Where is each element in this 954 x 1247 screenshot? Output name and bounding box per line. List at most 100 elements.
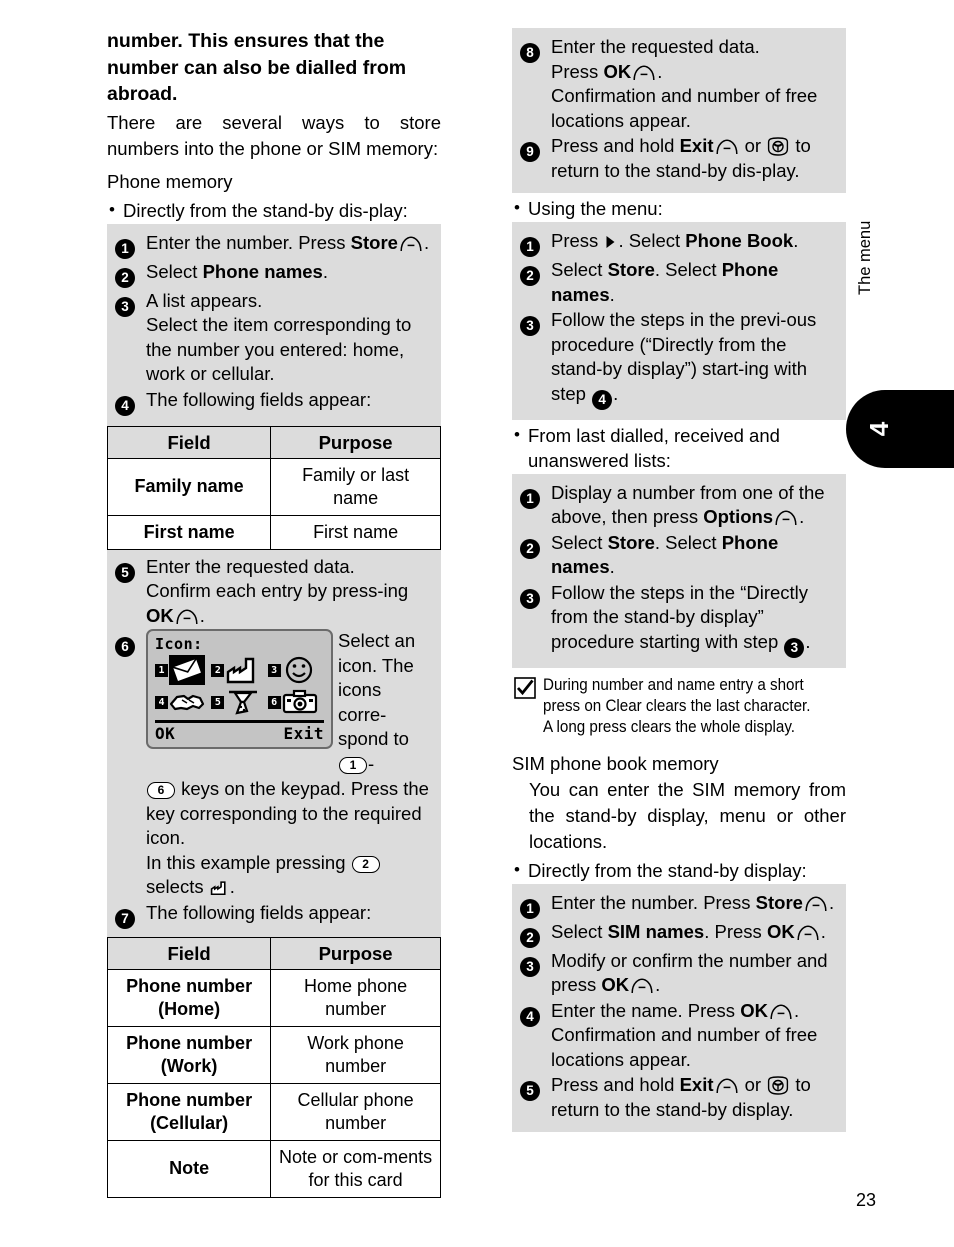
step-text-pre: Enter the number. Press xyxy=(551,891,756,913)
lcd-icon-cell[interactable]: 5 xyxy=(211,687,261,717)
softkey-icon xyxy=(632,64,656,81)
left-column: number. This ensures that the number can… xyxy=(106,28,441,1198)
end-call-key-icon xyxy=(767,1076,789,1095)
envelope-icon xyxy=(169,655,205,685)
step-number: 3 xyxy=(520,308,551,336)
step-number: 1 xyxy=(115,231,146,259)
page-number: 23 xyxy=(856,1190,877,1210)
steps-box-standby: 1 Enter the number. Press Store. 2 Selec… xyxy=(107,223,441,426)
table-row: Family name Family or last name xyxy=(106,457,441,516)
table-row: Phone number (Work) Work phone number xyxy=(106,1025,441,1084)
step-text: Follow the steps in the previ-ous proced… xyxy=(551,308,838,410)
end-call-key-icon xyxy=(767,137,789,156)
step-number-badge: 1 xyxy=(520,488,540,509)
step-number: 1 xyxy=(520,481,551,509)
step-text-post: . xyxy=(820,920,826,942)
step-number-badge: 2 xyxy=(115,267,135,288)
lcd-softkey-row: OK Exit xyxy=(155,724,324,743)
step-text: A list appears. Select the item correspo… xyxy=(146,289,412,385)
step-text-post: . xyxy=(793,999,800,1021)
step-text-line3: Confirmation and number of free location… xyxy=(551,85,818,131)
page-heading: number. This ensures that the number can… xyxy=(107,30,407,105)
step-item: 3 A list appears. Select the item corres… xyxy=(115,289,433,387)
phone-lcd-display: Icon: 1 2 3 4 5 6 OK Exit xyxy=(146,629,333,749)
step-number-badge: 5 xyxy=(115,562,135,583)
step-item: 2 Select Store. Select Phone names. xyxy=(520,258,838,307)
step-item: 1 Enter the number. Press Store. xyxy=(115,231,433,259)
step-item: 1 Press . Select Phone Book. xyxy=(520,229,838,257)
lcd-icon-badge: 5 xyxy=(211,695,225,709)
lcd-wrapper: Icon: 1 2 3 4 5 6 OK Exit xyxy=(146,629,333,749)
step-text-pre: Press and hold xyxy=(551,1074,680,1095)
handshake-icon xyxy=(169,687,205,717)
lcd-icon-cell[interactable]: 1 xyxy=(155,655,205,685)
lcd-softkey-exit[interactable]: Exit xyxy=(283,724,324,743)
step-text-bold: Exit xyxy=(679,1074,714,1095)
step-text-bold-1: Store xyxy=(607,259,655,280)
lcd-icon-badge: 6 xyxy=(267,695,281,709)
icon-step-continued-text: 6 keys on the keypad. Press the key corr… xyxy=(146,777,433,900)
step-text-line2: Confirmation and number of free location… xyxy=(551,1024,818,1070)
step-number-badge: 4 xyxy=(115,395,135,416)
lcd-icon-cell[interactable]: 6 xyxy=(267,687,318,717)
step-text: Select Store. Select Phone names. xyxy=(551,258,838,307)
factory-icon xyxy=(225,655,261,685)
step-text: The following fields appear: xyxy=(146,901,372,923)
step-text-post: . xyxy=(655,974,661,995)
step-text: Follow the steps in the “Directly from t… xyxy=(551,581,838,658)
step-text-post: . xyxy=(609,556,615,577)
step-number: 5 xyxy=(520,1073,551,1101)
table-header-row: Field Purpose xyxy=(106,425,441,459)
step-number: 2 xyxy=(520,531,551,559)
step-number-badge: 6 xyxy=(115,637,135,657)
table-row: Phone number (Home) Home phone number xyxy=(106,968,441,1027)
lcd-softkey-ok[interactable]: OK xyxy=(155,724,175,743)
step-text-pre: Enter the name. Press xyxy=(551,999,741,1021)
lcd-icon-cell[interactable]: 2 xyxy=(211,655,261,685)
table-header-field: Field xyxy=(106,425,272,459)
step-number: 2 xyxy=(115,260,146,288)
step-text-bold: Phone Book xyxy=(685,230,794,251)
intro-paragraph: There are several ways to store numbers … xyxy=(107,111,441,159)
step-number: 3 xyxy=(115,289,146,317)
bullet-directly-standby: Directly from the stand-by dis-play: xyxy=(107,197,441,223)
step-text-mid: . Select xyxy=(654,531,722,553)
note-text: During number and name entry a short pre… xyxy=(543,675,811,736)
step-number-badge: 9 xyxy=(520,142,540,162)
lcd-icon-cell[interactable]: 4 xyxy=(155,687,205,717)
step-item: 7 The following fields appear: xyxy=(115,901,433,929)
keypad-key-2: 2 xyxy=(351,855,380,873)
table-cell-purpose: Work phone number xyxy=(270,1025,441,1084)
step-text: Enter the requested data. Press OK. Conf… xyxy=(551,35,838,133)
step-number: 1 xyxy=(520,229,551,257)
step-item: 9 Press and hold Exit or to return to th… xyxy=(520,134,838,183)
step-text: Display a number from one of the above, … xyxy=(551,481,838,530)
lcd-divider xyxy=(155,720,324,723)
step-text-post: . xyxy=(793,230,799,251)
step-text: Press and hold Exit or to return to the … xyxy=(551,1073,838,1122)
step-text-mid: . Select xyxy=(654,259,722,280)
step-number-badge: 8 xyxy=(520,43,540,63)
step-number-badge: 4 xyxy=(520,1006,540,1027)
bullet-using-menu: Using the menu: xyxy=(512,195,846,221)
step-text-bold-1: Store xyxy=(607,531,655,553)
keypad-key-1: 1 xyxy=(339,756,367,774)
step-text-line1: Enter the requested data. xyxy=(146,555,355,577)
step-text: Enter the name. Press OK. Confirmation a… xyxy=(551,999,838,1073)
camera-icon xyxy=(282,687,318,717)
step-number: 4 xyxy=(520,999,551,1027)
step-text-bold: OK xyxy=(740,999,768,1021)
lcd-icon-cell[interactable]: 3 xyxy=(267,655,318,685)
gardening-icon xyxy=(225,687,261,717)
step-text: Press . Select Phone Book. xyxy=(551,229,838,254)
step-text: Select Phone names. xyxy=(146,260,433,285)
tick-icon xyxy=(514,676,536,699)
range-dash: - xyxy=(368,752,375,774)
factory-icon xyxy=(210,880,229,896)
step-number-badge: 3 xyxy=(520,956,540,977)
step-text-post: . xyxy=(799,506,805,527)
table-cell-purpose: Note or com-ments for this card xyxy=(270,1139,441,1198)
step-number: 2 xyxy=(520,920,551,948)
step-number-badge: 7 xyxy=(115,908,135,929)
step-number-badge: 2 xyxy=(520,927,540,948)
